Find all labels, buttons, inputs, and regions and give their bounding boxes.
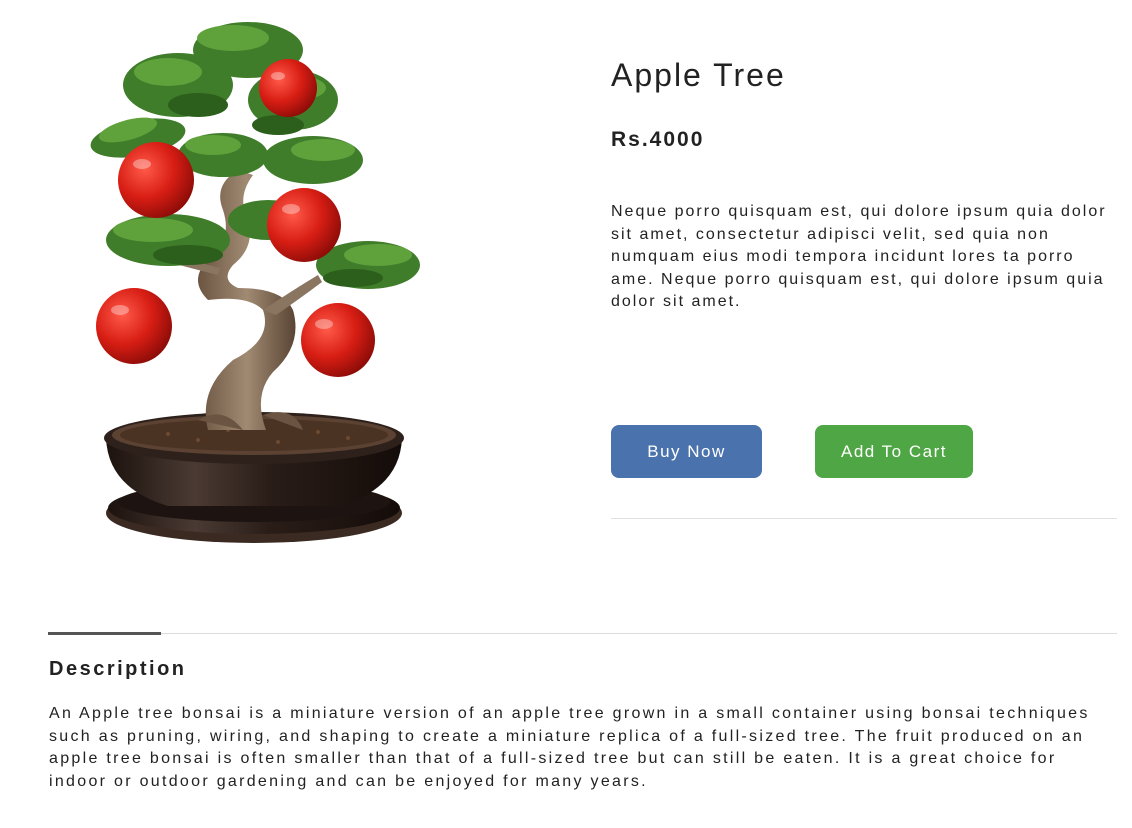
product-price: Rs.4000	[611, 128, 705, 151]
divider	[611, 518, 1117, 519]
product-title: Apple Tree	[611, 57, 786, 93]
tab-description-indicator[interactable]	[48, 632, 161, 635]
tab-rule	[48, 633, 1117, 634]
product-page: Apple Tree Rs.4000 Neque porro quisquam …	[0, 0, 1132, 828]
bonsai-apple-tree-illustration	[90, 22, 420, 543]
product-image	[48, 10, 436, 565]
product-info: Apple Tree Rs.4000 Neque porro quisquam …	[611, 55, 1117, 519]
product-summary: Neque porro quisquam est, qui dolore ips…	[611, 203, 1107, 310]
buy-now-button[interactable]: Buy Now	[611, 425, 762, 478]
description-heading[interactable]: Description	[49, 658, 187, 681]
description-text: An Apple tree bonsai is a miniature vers…	[49, 705, 1090, 790]
add-to-cart-button[interactable]: Add To Cart	[815, 425, 973, 478]
